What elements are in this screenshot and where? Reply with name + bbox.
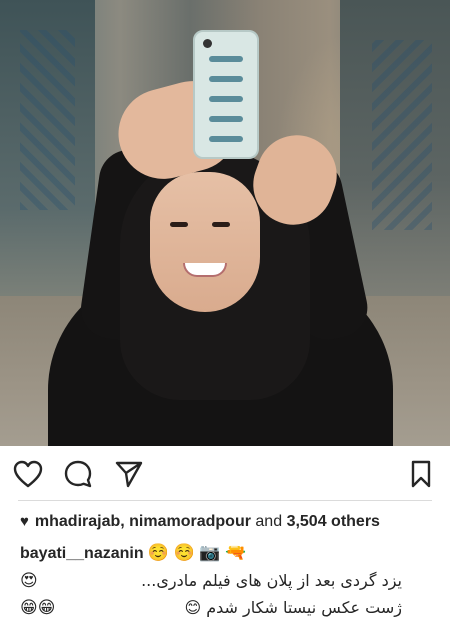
- photo-phone: [193, 30, 259, 159]
- bookmark-icon: [411, 460, 431, 488]
- save-button[interactable]: [405, 458, 437, 490]
- photo-phone-pattern: [209, 76, 243, 82]
- likes-count[interactable]: 3,504 others: [287, 513, 380, 530]
- likers-names[interactable]: mhadirajab, nimamoradpour: [35, 513, 251, 530]
- post-action-bar: [0, 446, 450, 502]
- photo-tile-pattern: [372, 40, 432, 230]
- caption-line-2: ژست عکس نیستا شکار شدم 😊: [184, 598, 402, 617]
- caption-line-1: یزد گردی بعد از پلان های فیلم مادری...: [141, 571, 402, 590]
- post-username[interactable]: bayati__nazanin: [20, 545, 144, 562]
- action-divider: [18, 500, 432, 501]
- comment-button[interactable]: [62, 458, 94, 490]
- paper-plane-icon: [115, 461, 143, 488]
- photo-phone-pattern: [209, 96, 243, 102]
- photo-phone-pattern: [209, 116, 243, 122]
- heart-filled-icon: ♥: [20, 513, 29, 530]
- photo-figure-eye: [212, 222, 230, 227]
- caption-header: bayati__nazanin ☺️ ☺️ 📷 🔫: [20, 543, 246, 563]
- caption-line2-emoji: 😁😁: [20, 598, 56, 617]
- likes-joiner: and: [255, 513, 283, 530]
- photo-tile-pattern: [20, 30, 75, 210]
- photo-phone-pattern: [209, 56, 243, 62]
- photo-phone-camera: [203, 39, 212, 48]
- share-button[interactable]: [113, 458, 145, 490]
- likes-summary[interactable]: ♥ mhadirajab, nimamoradpour and 3,504 oth…: [20, 513, 380, 531]
- caption-line1-emoji: 😍: [20, 571, 38, 590]
- post-photo[interactable]: [0, 0, 450, 446]
- like-button[interactable]: [12, 458, 44, 490]
- heart-outline-icon: [13, 460, 43, 488]
- photo-phone-pattern: [209, 136, 243, 142]
- photo-figure-eye: [170, 222, 188, 227]
- comment-bubble-icon: [64, 460, 92, 488]
- photo-figure-face: [150, 172, 260, 312]
- username-emoji: ☺️ ☺️ 📷 🔫: [147, 543, 247, 562]
